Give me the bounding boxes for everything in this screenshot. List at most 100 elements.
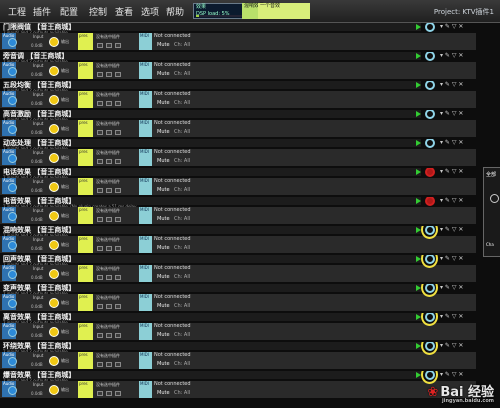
edit-button[interactable] bbox=[115, 72, 121, 77]
edit-button[interactable] bbox=[115, 101, 121, 106]
edit-button[interactable] bbox=[115, 188, 121, 193]
midi-block[interactable]: MIDI bbox=[139, 265, 152, 282]
edit-button[interactable] bbox=[115, 159, 121, 164]
mute-button[interactable]: Mute bbox=[157, 129, 170, 135]
mute-button[interactable]: Mute bbox=[157, 274, 170, 280]
input-knob[interactable] bbox=[8, 299, 17, 308]
bypass-button[interactable] bbox=[97, 43, 103, 48]
midi-block[interactable]: MIDI bbox=[139, 207, 152, 224]
strip-controls[interactable]: ▾ ✎ ▽ ✕ bbox=[440, 23, 463, 30]
status-pill-effect[interactable]: 一个音效 bbox=[258, 3, 310, 19]
input-knob[interactable] bbox=[8, 328, 17, 337]
output-knob[interactable] bbox=[49, 298, 59, 308]
power-icon[interactable] bbox=[425, 139, 435, 148]
mute-button[interactable]: Mute bbox=[157, 100, 170, 106]
play-arrow-icon[interactable] bbox=[416, 111, 421, 117]
power-icon[interactable] bbox=[425, 52, 435, 61]
channel-select[interactable]: Ch: All bbox=[174, 100, 190, 106]
solo-button[interactable] bbox=[106, 130, 112, 135]
midi-block[interactable]: MIDI bbox=[139, 236, 152, 253]
play-arrow-icon[interactable] bbox=[416, 169, 421, 175]
strip-controls[interactable]: ▾ ✎ ▽ ✕ bbox=[440, 226, 463, 233]
midi-block[interactable]: MIDI bbox=[139, 323, 152, 340]
solo-button[interactable] bbox=[106, 43, 112, 48]
output-knob[interactable] bbox=[49, 95, 59, 105]
channel-select[interactable]: Ch: All bbox=[174, 129, 190, 135]
output-knob[interactable] bbox=[49, 211, 59, 221]
edit-button[interactable] bbox=[115, 43, 121, 48]
preset-chip[interactable]: pres bbox=[78, 178, 93, 195]
bypass-button[interactable] bbox=[97, 130, 103, 135]
play-arrow-icon[interactable] bbox=[416, 53, 421, 59]
menu-plugins[interactable]: 插件 bbox=[33, 5, 51, 18]
channel-select[interactable]: Ch: All bbox=[174, 245, 190, 251]
midi-block[interactable]: MIDI bbox=[139, 120, 152, 137]
preset-chip[interactable]: pres bbox=[78, 294, 93, 311]
bypass-button[interactable] bbox=[97, 362, 103, 367]
input-knob[interactable] bbox=[8, 96, 17, 105]
input-knob[interactable] bbox=[8, 67, 17, 76]
channel-select[interactable]: Ch: All bbox=[174, 71, 190, 77]
midi-block[interactable]: MIDI bbox=[139, 352, 152, 369]
channel-select[interactable]: Ch: All bbox=[174, 361, 190, 367]
mute-button[interactable]: Mute bbox=[157, 187, 170, 193]
preset-chip[interactable]: pres bbox=[78, 381, 93, 398]
power-icon[interactable] bbox=[425, 197, 435, 206]
preset-chip[interactable]: pres bbox=[78, 352, 93, 369]
power-icon[interactable] bbox=[425, 23, 435, 32]
output-knob[interactable] bbox=[49, 66, 59, 76]
solo-button[interactable] bbox=[106, 362, 112, 367]
edit-button[interactable] bbox=[115, 246, 121, 251]
strip-controls[interactable]: ▾ ✎ ▽ ✕ bbox=[440, 139, 463, 146]
solo-button[interactable] bbox=[106, 246, 112, 251]
strip-controls[interactable]: ▾ ✎ ▽ ✕ bbox=[440, 81, 463, 88]
strip-controls[interactable]: ▾ ✎ ▽ ✕ bbox=[440, 168, 463, 175]
menu-help[interactable]: 帮助 bbox=[166, 5, 184, 18]
preset-chip[interactable]: pres bbox=[78, 236, 93, 253]
channel-select[interactable]: Ch: All bbox=[174, 216, 190, 222]
channel-select[interactable]: Ch: All bbox=[174, 274, 190, 280]
bypass-button[interactable] bbox=[97, 159, 103, 164]
strip-controls[interactable]: ▾ ✎ ▽ ✕ bbox=[440, 52, 463, 59]
output-knob[interactable] bbox=[49, 327, 59, 337]
output-knob[interactable] bbox=[49, 356, 59, 366]
midi-block[interactable]: MIDI bbox=[139, 178, 152, 195]
mute-button[interactable]: Mute bbox=[157, 303, 170, 309]
input-knob[interactable] bbox=[8, 270, 17, 279]
input-knob[interactable] bbox=[8, 357, 17, 366]
play-arrow-icon[interactable] bbox=[416, 82, 421, 88]
edit-button[interactable] bbox=[115, 130, 121, 135]
midi-block[interactable]: MIDI bbox=[139, 149, 152, 166]
input-knob[interactable] bbox=[8, 212, 17, 221]
mute-button[interactable]: Mute bbox=[157, 332, 170, 338]
play-arrow-icon[interactable] bbox=[416, 140, 421, 146]
radio-icon[interactable] bbox=[490, 194, 499, 203]
menu-control[interactable]: 控制 bbox=[89, 5, 107, 18]
menu-config[interactable]: 配置 bbox=[60, 5, 78, 18]
channel-select[interactable]: Ch: All bbox=[174, 42, 190, 48]
bypass-button[interactable] bbox=[97, 246, 103, 251]
midi-block[interactable]: MIDI bbox=[139, 33, 152, 50]
input-knob[interactable] bbox=[8, 183, 17, 192]
mute-button[interactable]: Mute bbox=[157, 390, 170, 396]
solo-button[interactable] bbox=[106, 159, 112, 164]
midi-block[interactable]: MIDI bbox=[139, 294, 152, 311]
preset-chip[interactable]: pres bbox=[78, 149, 93, 166]
output-knob[interactable] bbox=[49, 182, 59, 192]
channel-select[interactable]: Ch: All bbox=[174, 187, 190, 193]
power-icon[interactable] bbox=[425, 110, 435, 119]
preset-chip[interactable]: pres bbox=[78, 62, 93, 79]
solo-button[interactable] bbox=[106, 333, 112, 338]
input-knob[interactable] bbox=[8, 386, 17, 395]
bypass-button[interactable] bbox=[97, 217, 103, 222]
bypass-button[interactable] bbox=[97, 304, 103, 309]
preset-chip[interactable]: pres bbox=[78, 207, 93, 224]
solo-button[interactable] bbox=[106, 217, 112, 222]
mute-button[interactable]: Mute bbox=[157, 42, 170, 48]
channel-select[interactable]: Ch: All bbox=[174, 390, 190, 396]
midi-block[interactable]: MIDI bbox=[139, 62, 152, 79]
bypass-button[interactable] bbox=[97, 275, 103, 280]
strip-controls[interactable]: ▾ ✎ ▽ ✕ bbox=[440, 110, 463, 117]
output-knob[interactable] bbox=[49, 385, 59, 395]
edit-button[interactable] bbox=[115, 217, 121, 222]
